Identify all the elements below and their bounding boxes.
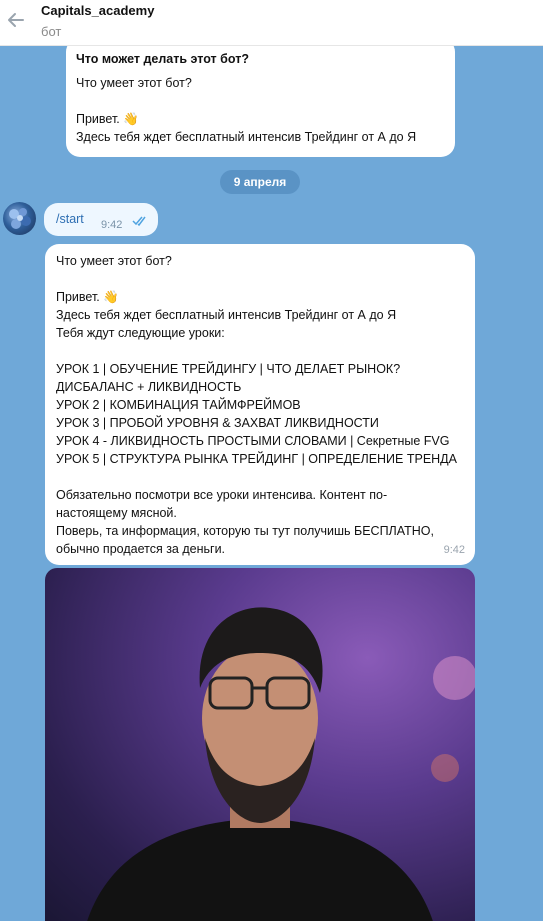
message-line: Здесь тебя ждет бесплатный интенсив Трей…	[56, 308, 397, 322]
message-photo[interactable]	[45, 568, 475, 921]
message-line	[56, 270, 464, 288]
message-line: обычно продается за деньги.	[56, 542, 226, 556]
bot-description-title: Что может делать этот бот?	[76, 52, 249, 66]
message-list[interactable]: Что может делать этот бот? Что умеет это…	[0, 46, 543, 921]
message-line: Тебя ждут следующие уроки:	[56, 326, 225, 340]
message-line: Обязательно посмотри все уроки интенсива…	[56, 488, 388, 502]
bot-avatar[interactable]	[3, 202, 36, 235]
chat-title[interactable]: Capitals_academy	[41, 3, 154, 18]
description-line: Привет. 👋	[76, 112, 139, 126]
message-line: УРОК 1 | ОБУЧЕНИЕ ТРЕЙДИНГУ | ЧТО ДЕЛАЕТ…	[56, 362, 401, 376]
message-line	[56, 342, 464, 360]
message-line	[56, 468, 464, 486]
chat-subtitle: бот	[41, 24, 62, 39]
message-line: ДИСБАЛАНС + ЛИКВИДНОСТЬ	[56, 380, 242, 394]
bot-message-bubble[interactable]: Что умеет этот бот? Привет. 👋 Здесь тебя…	[45, 244, 475, 565]
description-line: Здесь тебя ждет бесплатный интенсив Трей…	[76, 130, 417, 144]
message-line: УРОК 3 | ПРОБОЙ УРОВНЯ & ЗАХВАТ ЛИКВИДНО…	[56, 416, 379, 430]
message-line: УРОК 4 - ЛИКВИДНОСТЬ ПРОСТЫМИ СЛОВАМИ | …	[56, 434, 450, 448]
chat-header: Capitals_academy бот	[0, 0, 543, 46]
double-check-icon	[132, 215, 150, 230]
message-line: УРОК 2 | КОМБИНАЦИЯ ТАЙМФРЕЙМОВ	[56, 398, 301, 412]
message-line: настоящему мясной.	[56, 506, 177, 520]
message-time: 9:42	[101, 219, 123, 231]
command-link[interactable]: /start	[56, 212, 84, 226]
message-line: УРОК 5 | СТРУКТУРА РЫНКА ТРЕЙДИНГ | ОПРЕ…	[56, 452, 457, 466]
bot-description-bubble: Что может делать этот бот? Что умеет это…	[66, 46, 455, 157]
description-line: Что умеет этот бот?	[76, 76, 192, 90]
date-separator: 9 апреля	[220, 170, 300, 194]
outgoing-message[interactable]: /start 9:42	[44, 203, 158, 236]
message-line: Поверь, та информация, которую ты тут по…	[56, 524, 434, 538]
message-line: Привет. 👋	[56, 290, 119, 304]
message-time: 9:42	[443, 544, 465, 556]
description-line	[76, 92, 445, 110]
back-arrow-icon[interactable]	[4, 8, 28, 32]
message-line: Что умеет этот бот?	[56, 254, 172, 268]
